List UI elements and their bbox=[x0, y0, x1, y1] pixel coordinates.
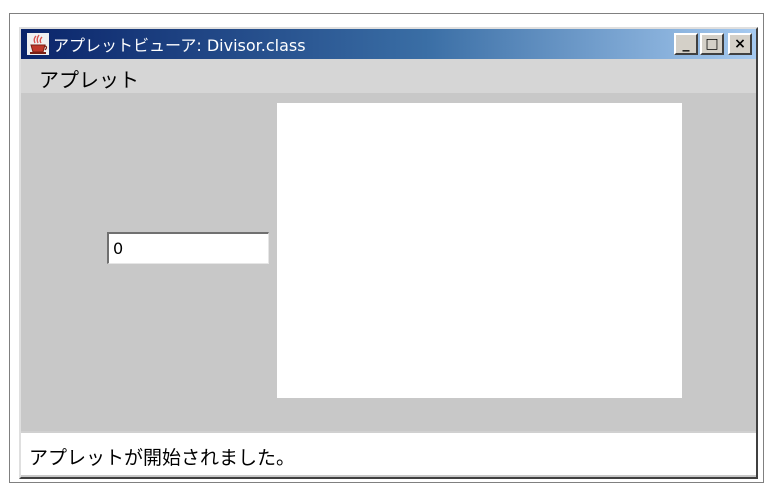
status-text: アプレットが開始されました。 bbox=[29, 447, 296, 469]
close-button[interactable]: × bbox=[728, 33, 752, 55]
minimize-icon: _ bbox=[682, 36, 690, 52]
title-bar[interactable]: アプレットビューア: Divisor.class _ □ × bbox=[21, 29, 756, 59]
applet-viewer-window: アプレットビューア: Divisor.class _ □ × アプレット 0 ア… bbox=[19, 27, 758, 479]
window-controls: _ □ × bbox=[674, 33, 752, 55]
maximize-icon: □ bbox=[705, 36, 719, 52]
java-cup-icon bbox=[27, 33, 49, 55]
maximize-button[interactable]: □ bbox=[700, 33, 724, 55]
status-bar: アプレットが開始されました。 bbox=[21, 431, 756, 475]
minimize-button[interactable]: _ bbox=[674, 33, 698, 55]
menu-applet[interactable]: アプレット bbox=[39, 64, 139, 93]
menu-bar: アプレット bbox=[21, 59, 756, 93]
window-title: アプレットビューア: Divisor.class bbox=[53, 36, 306, 55]
number-input[interactable]: 0 bbox=[107, 232, 269, 264]
close-icon: × bbox=[734, 36, 746, 52]
applet-canvas[interactable] bbox=[277, 103, 682, 398]
applet-panel: 0 bbox=[21, 93, 756, 431]
